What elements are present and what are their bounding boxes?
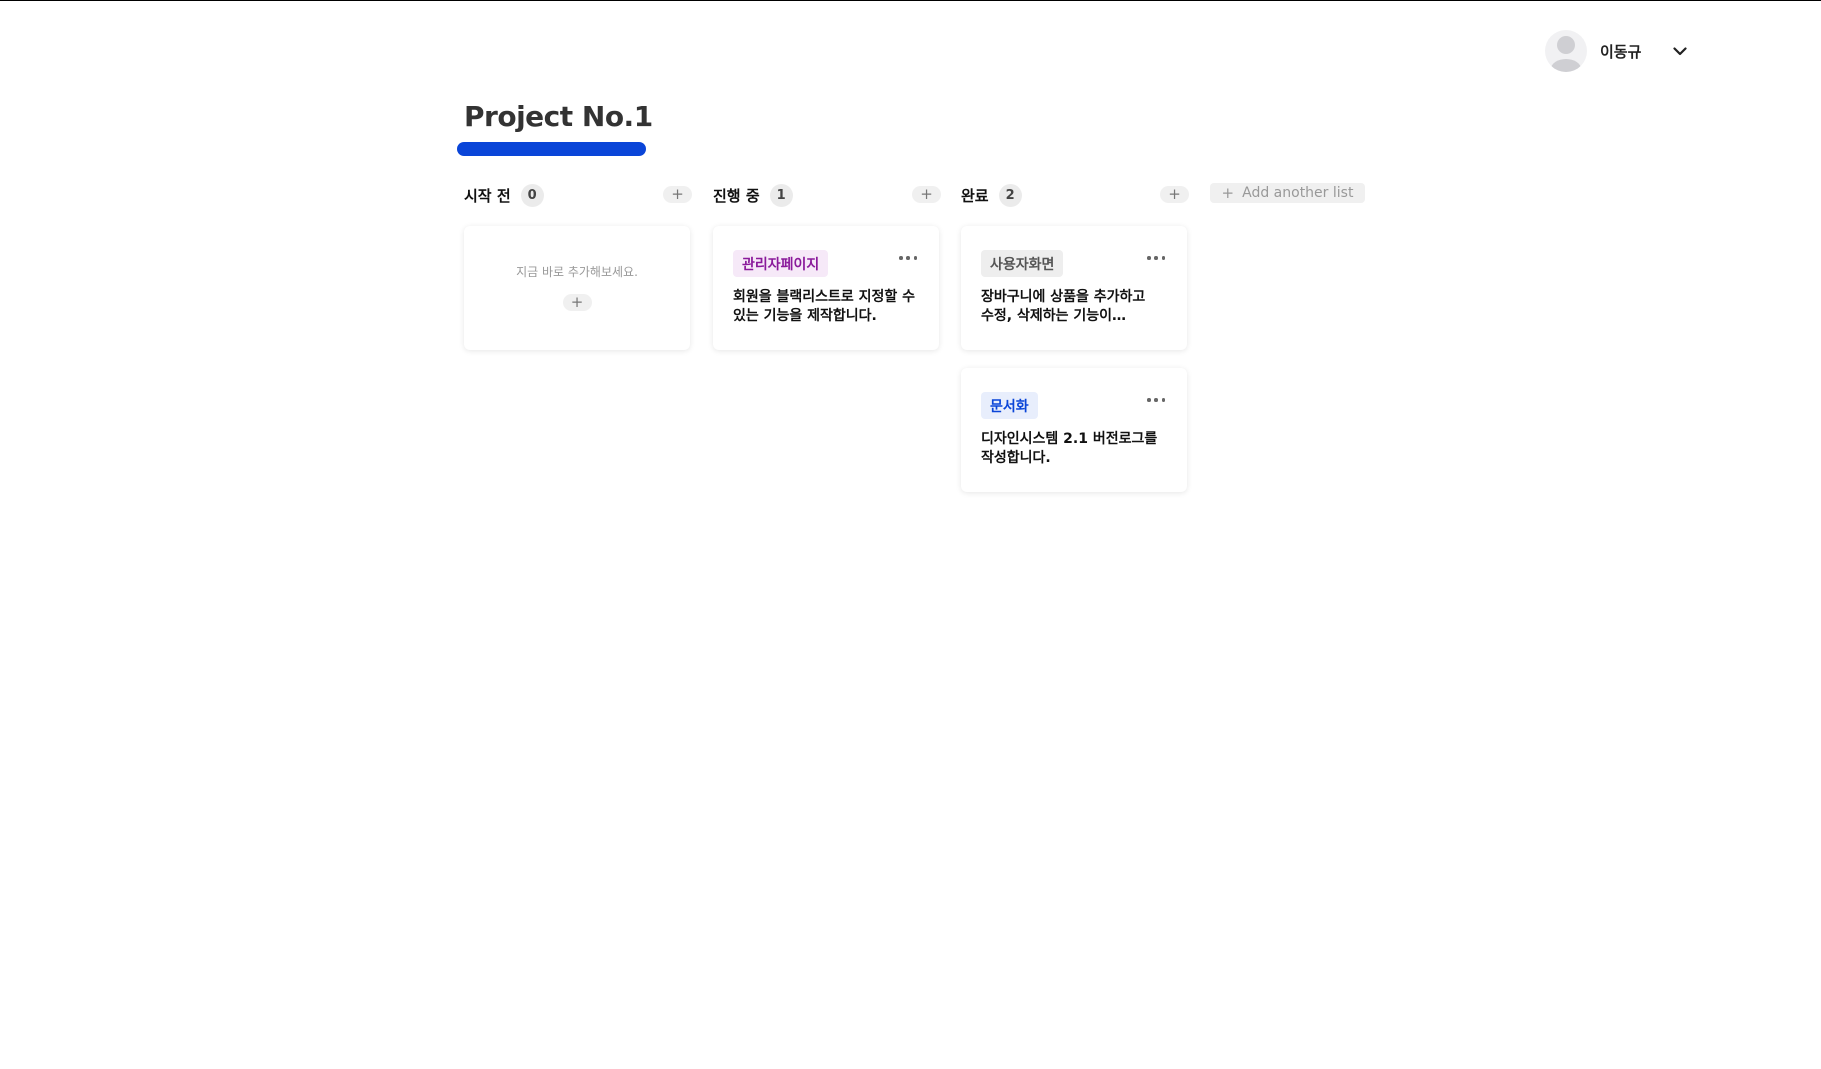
count-badge: 0 <box>520 183 544 207</box>
empty-card: 지금 바로 추가해보세요. + <box>464 226 690 350</box>
add-list-label: Add another list <box>1242 185 1354 201</box>
user-name: 이동규 <box>1600 42 1642 61</box>
column-header: 진행 중 1 + <box>713 182 941 208</box>
column-header: 완료 2 + <box>961 182 1189 208</box>
top-border <box>0 0 1821 1</box>
title-underline <box>457 142 646 156</box>
column-done: 완료 2 + 사용자화면 장바구니에 상품을 추가하고 수정, 삭제하는 기능이… <box>961 182 1189 492</box>
add-card-button[interactable]: + <box>1160 186 1189 203</box>
card-description: 회원을 블랙리스트로 지정할 수 있는 기능을 제작합니다. <box>733 289 916 324</box>
column-todo: 시작 전 0 + 지금 바로 추가해보세요. + <box>464 182 692 350</box>
user-menu[interactable]: 이동규 <box>1545 30 1689 72</box>
add-list-button[interactable]: + Add another list <box>1210 183 1365 203</box>
plus-icon: + <box>1221 184 1235 202</box>
column-title: 진행 중 <box>713 186 760 205</box>
tag-badge: 관리자페이지 <box>733 250 829 277</box>
add-card-button[interactable]: + <box>912 186 941 203</box>
add-card-button[interactable]: + <box>562 294 592 311</box>
page-title: Project No.1 <box>464 100 653 133</box>
card-description: 디자인시스템 2.1 버전로그를 작성합니다. <box>981 431 1158 466</box>
task-card[interactable]: 문서화 디자인시스템 2.1 버전로그를 작성합니다. <box>961 368 1187 492</box>
tag-badge: 문서화 <box>981 392 1038 419</box>
more-options-icon[interactable] <box>899 252 917 264</box>
more-options-icon[interactable] <box>1147 394 1165 406</box>
column-title: 시작 전 <box>464 186 511 205</box>
avatar-icon <box>1545 30 1587 72</box>
count-badge: 1 <box>769 183 793 207</box>
task-card[interactable]: 관리자페이지 회원을 블랙리스트로 지정할 수 있는 기능을 제작합니다. <box>713 226 939 350</box>
chevron-down-icon[interactable] <box>1671 42 1689 60</box>
count-badge: 2 <box>998 183 1022 207</box>
card-description: 장바구니에 상품을 추가하고 수정, 삭제하는 기능이 포함됩니다. <box>981 289 1146 324</box>
more-options-icon[interactable] <box>1147 252 1165 264</box>
column-header: 시작 전 0 + <box>464 182 692 208</box>
task-card[interactable]: 사용자화면 장바구니에 상품을 추가하고 수정, 삭제하는 기능이 포함됩니다. <box>961 226 1187 350</box>
empty-message: 지금 바로 추가해보세요. <box>516 265 638 279</box>
add-card-button[interactable]: + <box>663 186 692 203</box>
column-title: 완료 <box>961 186 989 205</box>
column-in-progress: 진행 중 1 + 관리자페이지 회원을 블랙리스트로 지정할 수 있는 기능을 … <box>713 182 941 350</box>
tag-badge: 사용자화면 <box>981 250 1064 277</box>
